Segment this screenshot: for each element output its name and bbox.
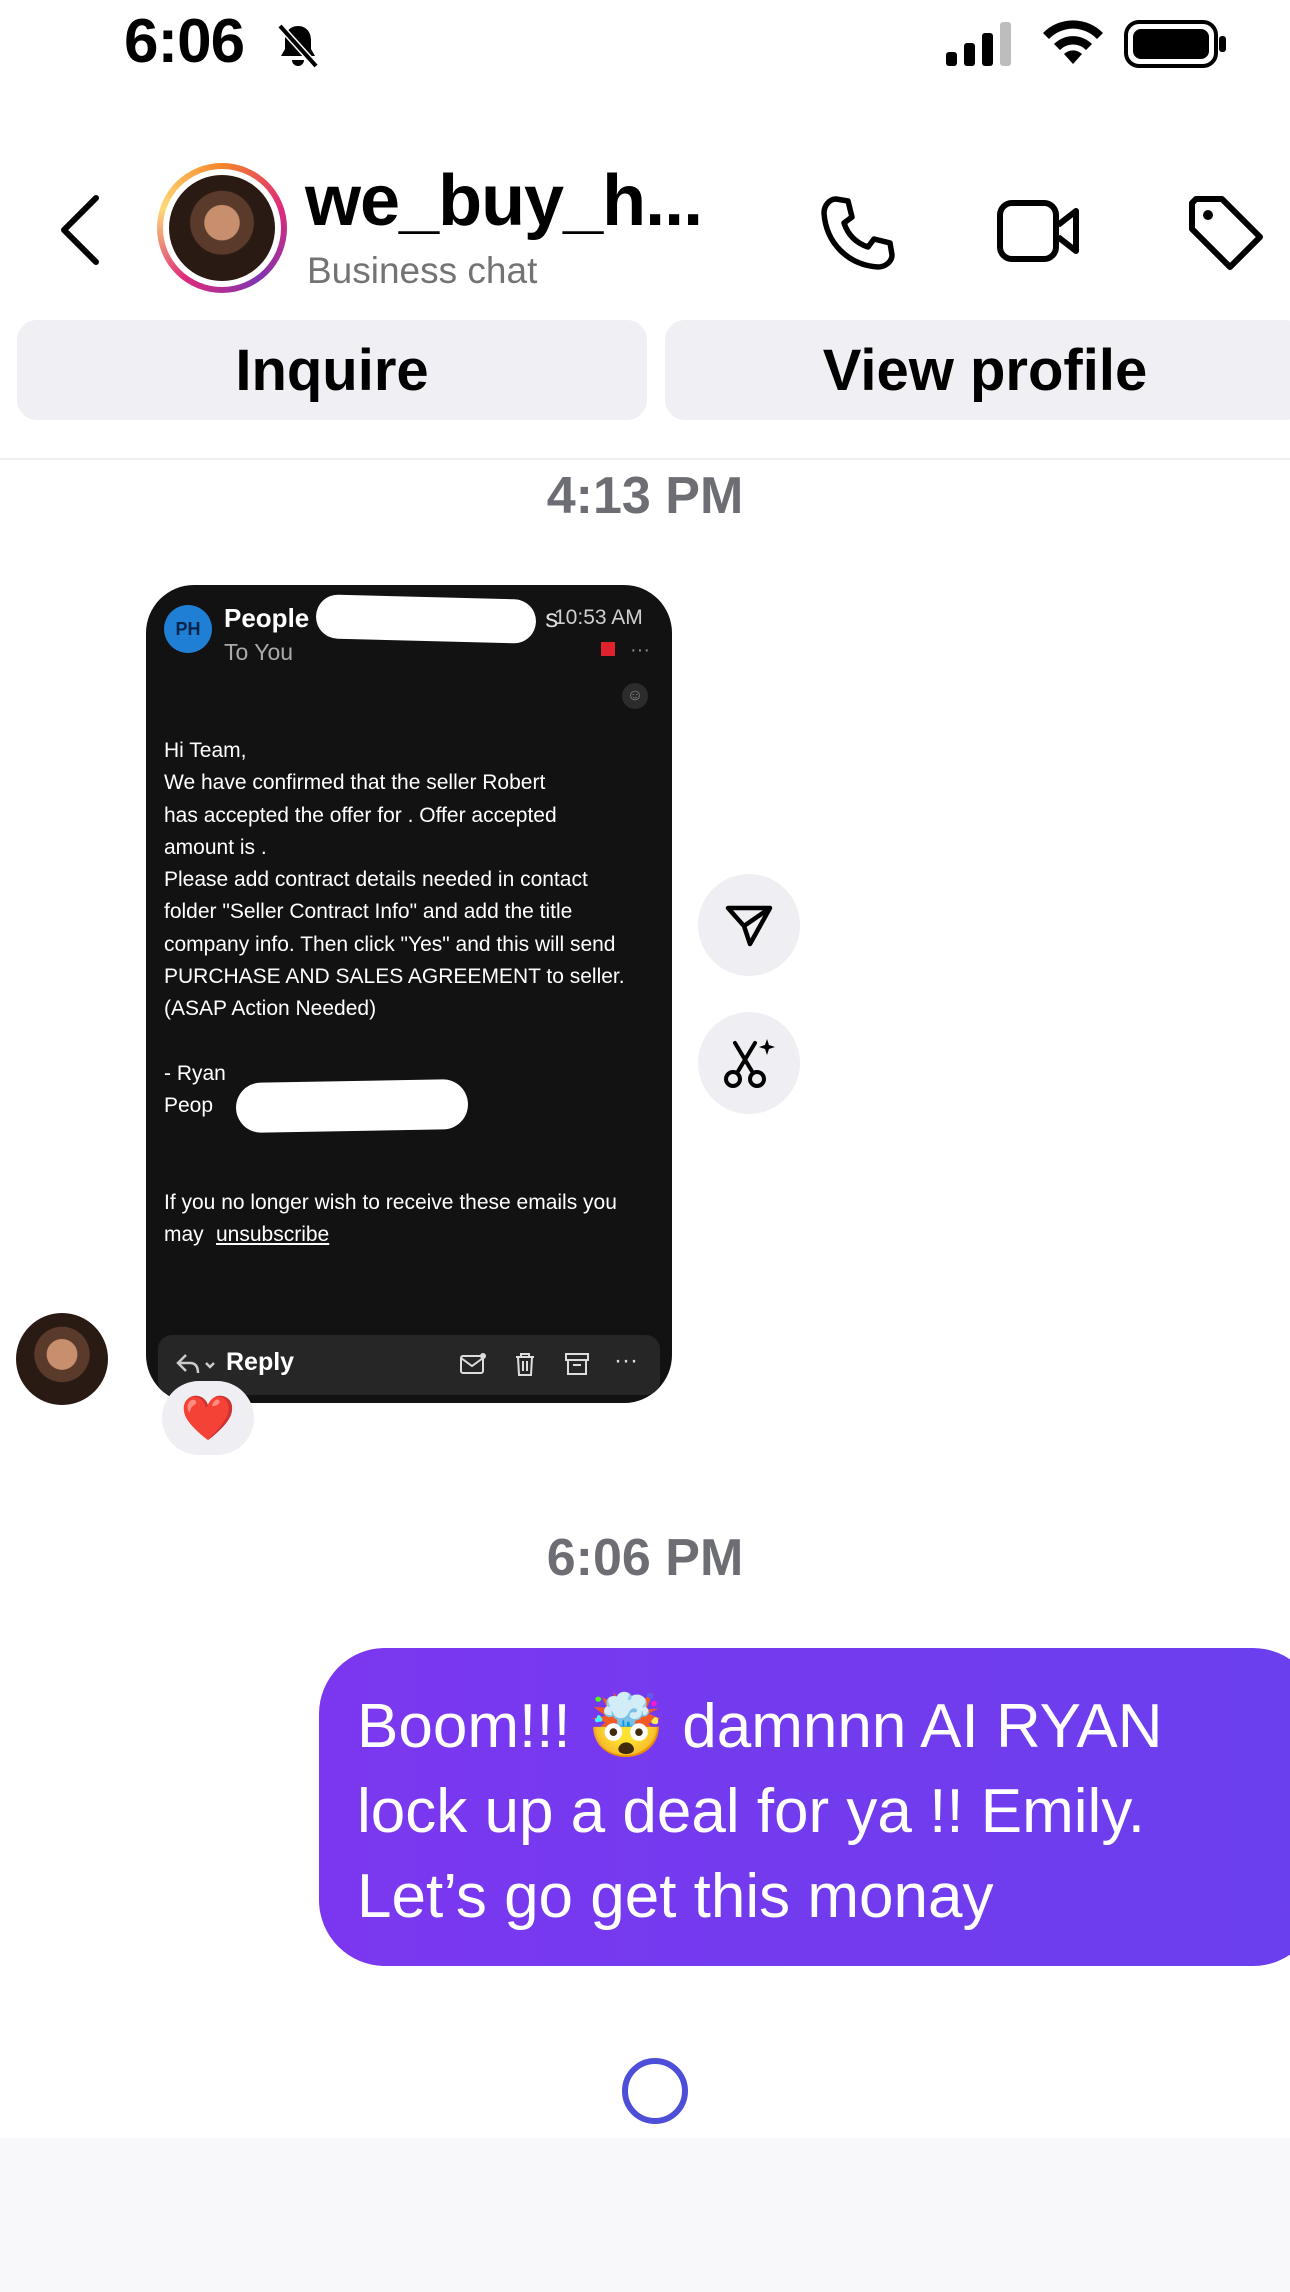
archive-icon (565, 1353, 589, 1375)
contact-subtitle: Business chat (307, 250, 538, 291)
edit-image-button[interactable] (698, 1012, 800, 1114)
email-recipient: To You (224, 639, 294, 665)
video-icon[interactable] (996, 193, 1082, 269)
battery-icon (1124, 20, 1226, 68)
signal-icon (946, 22, 1011, 66)
view-profile-button[interactable]: View profile (665, 320, 1290, 420)
unsubscribe-link: unsubscribe (216, 1223, 330, 1247)
more-icon: ··· (614, 1347, 638, 1374)
heart-reaction: ❤️ (180, 1394, 236, 1443)
reaction-badge[interactable]: ❤️ (162, 1381, 254, 1455)
outgoing-message-text: Boom!!! 🤯 damnnn AI RYAN lock up a deal … (357, 1692, 1163, 1931)
mail-icon (460, 1353, 486, 1374)
contact-name[interactable]: we_buy_h... (305, 160, 703, 242)
composer-area (0, 2138, 1290, 2292)
back-icon[interactable] (56, 192, 106, 268)
tag-icon[interactable] (1186, 193, 1266, 273)
outgoing-message-bubble[interactable]: Boom!!! 🤯 damnnn AI RYAN lock up a deal … (319, 1648, 1290, 1966)
bell-slash-icon (277, 23, 319, 69)
loading-indicator (622, 2058, 688, 2124)
send-icon (725, 905, 773, 947)
share-button[interactable] (698, 874, 800, 976)
more-icon: ··· (630, 639, 650, 661)
shared-image-message[interactable]: PH People s 10:53 AM To You ··· ☺ Hi Team… (146, 585, 672, 1403)
status-time: 6:06 (124, 7, 245, 76)
reply-label: Reply (226, 1348, 295, 1376)
trash-icon (516, 1353, 534, 1376)
header-divider (0, 458, 1290, 460)
redaction-mark (235, 1078, 469, 1134)
flag-icon (601, 642, 615, 656)
redaction-mark (315, 594, 537, 644)
timestamp: 6:06 PM (546, 1529, 744, 1587)
phone-icon[interactable] (818, 193, 898, 273)
contact-avatar[interactable] (157, 163, 287, 293)
email-body: Hi Team, We have confirmed that the sell… (164, 739, 625, 1247)
reply-arrow-icon (176, 1354, 215, 1374)
email-time: 10:53 AM (554, 606, 643, 629)
emoji-icon: ☺ (622, 683, 648, 709)
scissors-sparkle-icon (724, 1039, 775, 1088)
email-sender-avatar: PH (164, 605, 212, 653)
inquire-button[interactable]: Inquire (17, 320, 647, 420)
timestamp: 4:13 PM (546, 467, 744, 525)
avatar-photo (169, 175, 275, 281)
sender-avatar[interactable] (16, 1313, 108, 1405)
wifi-icon (1043, 20, 1103, 64)
